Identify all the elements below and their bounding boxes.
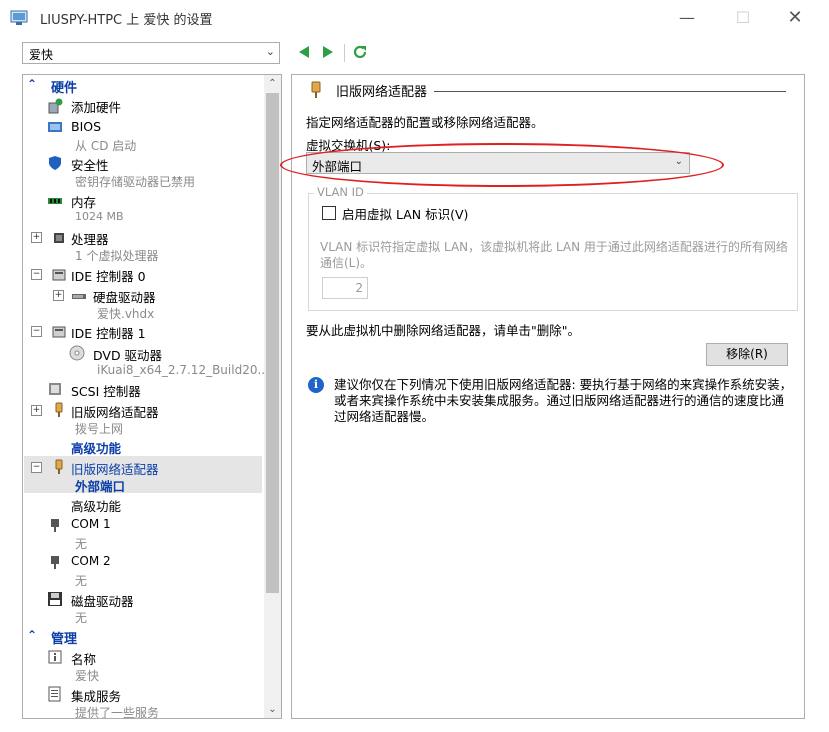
tree-sublabel: iKuai8_x64_2.7.12_Build20... — [97, 363, 269, 377]
vm-selector-value: 爱快 — [29, 48, 54, 62]
vlan-enable-label[interactable]: 启用虚拟 LAN 标识(V) — [342, 204, 468, 223]
tree-sublabel: 从 CD 启动 — [75, 139, 137, 153]
processor-icon — [54, 233, 64, 243]
maximize-button[interactable]: ☐ — [728, 6, 758, 28]
tree-sublabel: 无 — [75, 611, 88, 625]
group-divider — [434, 91, 786, 92]
hyperv-settings-icon — [10, 10, 28, 25]
expand-icon[interactable]: + — [31, 232, 42, 243]
shield-icon — [49, 156, 61, 170]
integration-services-icon — [48, 686, 61, 702]
serial-port-icon — [51, 556, 59, 569]
tree-label: SCSI 控制器 — [71, 384, 141, 399]
close-button[interactable]: ✕ — [780, 6, 810, 28]
info-text: 建议你仅在下列情况下使用旧版网络适配器: 要执行基于网络的来宾操作系统安装，或者… — [334, 377, 793, 424]
vlan-enable-checkbox[interactable] — [322, 206, 336, 220]
tree-sublabel: 密钥存储驱动器已禁用 — [75, 175, 196, 189]
serial-port-icon — [51, 519, 59, 532]
tree-label: 名称 — [71, 652, 97, 667]
add-hardware-icon — [48, 98, 63, 114]
tree-label: BIOS — [71, 119, 102, 134]
refresh-icon[interactable] — [352, 44, 368, 60]
vlan-id-input[interactable]: 2 — [322, 277, 368, 299]
bios-chip-icon — [48, 122, 62, 132]
remove-button[interactable]: 移除(R) — [706, 343, 788, 366]
collapse-icon[interactable]: − — [31, 326, 42, 337]
hard-drive-icon — [72, 294, 86, 299]
section-hardware-label: 硬件 — [51, 81, 78, 96]
tree-sublabel: 1024 MB — [75, 210, 124, 223]
collapse-icon[interactable]: − — [31, 462, 42, 473]
collapse-icon[interactable]: − — [31, 269, 42, 280]
dvd-disc-icon — [69, 345, 85, 361]
tree-label: 安全性 — [71, 158, 109, 173]
tree-sublabel: 无 — [75, 574, 88, 588]
tree-label: DVD 驱动器 — [93, 348, 163, 363]
advanced-features-link[interactable]: 高级功能 — [71, 438, 121, 457]
tree-label: 磁盘驱动器 — [71, 594, 134, 609]
chevron-up-icon: ⌃ — [27, 77, 38, 91]
window-title: LIUSPY-HTPC 上 爱快 的设置 — [40, 13, 213, 28]
section-hardware[interactable]: ⌃ 硬件 — [25, 77, 263, 96]
tree-label: 旧版网络适配器 — [71, 405, 159, 420]
tree-sublabel: 拨号上网 — [75, 422, 124, 436]
tree-label: COM 2 — [71, 554, 111, 568]
network-adapter-icon — [311, 81, 321, 98]
vlan-group-title: VLAN ID — [314, 185, 367, 199]
tree-sublabel: 1 个虚拟处理器 — [75, 249, 159, 263]
tree-sublabel: 无 — [75, 537, 88, 551]
minimize-button[interactable]: — — [672, 6, 702, 28]
forward-arrow-icon[interactable] — [321, 44, 335, 60]
expand-icon[interactable]: + — [53, 290, 64, 301]
ide-controller-icon — [52, 326, 66, 338]
vlan-id-value: 2 — [355, 281, 363, 295]
red-annotation-ellipse — [280, 143, 724, 187]
scroll-down-icon[interactable]: ⌄ — [264, 701, 281, 718]
remove-instruction: 要从此虚拟机中删除网络适配器，请单击"删除"。 — [306, 323, 580, 338]
scroll-up-icon[interactable]: ⌃ — [264, 75, 281, 92]
ide-controller-icon — [52, 269, 66, 281]
chevron-up-icon: ⌃ — [27, 628, 38, 642]
back-arrow-icon[interactable] — [297, 44, 311, 60]
tree-label: COM 1 — [71, 517, 111, 531]
info-icon: i — [308, 377, 324, 393]
group-title: 旧版网络适配器 — [336, 85, 428, 100]
tree-sublabel: 爱快 — [75, 669, 100, 683]
tree-sublabel: 外部端口 — [75, 479, 126, 494]
tree-label: IDE 控制器 0 — [71, 269, 146, 284]
tree-scrollbar[interactable]: ⌃ ⌄ — [264, 75, 281, 718]
vm-selector[interactable]: 爱快 ⌄ — [22, 42, 280, 64]
scrollbar-thumb[interactable] — [266, 93, 279, 593]
tree-label: IDE 控制器 1 — [71, 326, 146, 341]
name-tag-icon — [48, 650, 62, 664]
tree-label: 处理器 — [71, 232, 109, 247]
title-bar: LIUSPY-HTPC 上 爱快 的设置 — ☐ ✕ — [0, 0, 829, 36]
network-adapter-icon — [55, 459, 63, 474]
toolbar-divider — [344, 44, 345, 62]
tree-label: 添加硬件 — [71, 100, 122, 115]
tree-label: 高级功能 — [71, 499, 122, 514]
settings-detail-panel: 旧版网络适配器 指定网络适配器的配置或移除网络适配器。 虚拟交换机(S): 外部… — [280, 74, 805, 719]
settings-tree: ⌃ 硬件 添加硬件 BIOS 从 CD 启动 安全性 密钥存储驱动器已禁用 内存 — [22, 74, 282, 719]
section-management-label: 管理 — [51, 632, 78, 647]
chevron-down-icon: ⌄ — [265, 45, 275, 58]
network-adapter-icon — [55, 402, 63, 417]
panel-description: 指定网络适配器的配置或移除网络适配器。 — [306, 115, 544, 130]
memory-icon — [48, 198, 62, 204]
floppy-disk-icon — [48, 592, 62, 606]
section-management[interactable]: ⌃ 管理 — [25, 628, 263, 647]
tree-label: 集成服务 — [71, 689, 122, 704]
tree-sublabel: 提供了一些服务 — [75, 706, 160, 719]
scsi-controller-icon — [49, 383, 61, 395]
tree-label: 内存 — [71, 195, 97, 210]
tree-label: 硬盘驱动器 — [93, 290, 156, 305]
expand-icon[interactable]: + — [31, 405, 42, 416]
vlan-help-text: VLAN 标识符指定虚拟 LAN，该虚拟机将此 LAN 用于通过此网络适配器进行… — [320, 240, 788, 270]
tree-sublabel: 爱快.vhdx — [97, 307, 155, 321]
